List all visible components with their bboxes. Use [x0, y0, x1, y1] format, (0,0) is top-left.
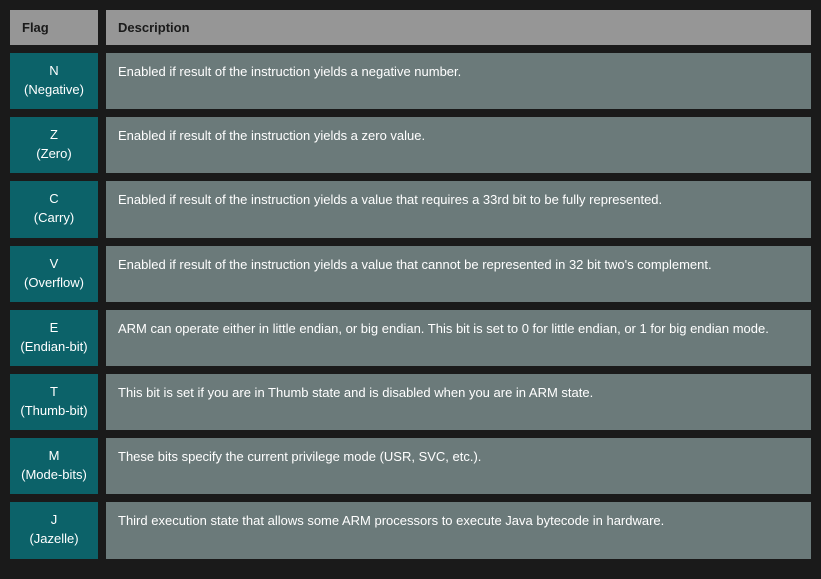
- flag-cell: J (Jazelle): [8, 500, 100, 560]
- flag-letter: V: [16, 256, 92, 271]
- flag-name: (Endian-bit): [16, 339, 92, 354]
- flag-name: (Thumb-bit): [16, 403, 92, 418]
- flag-cell: C (Carry): [8, 179, 100, 239]
- description-cell: Enabled if result of the instruction yie…: [104, 244, 813, 304]
- flag-cell: E (Endian-bit): [8, 308, 100, 368]
- description-cell: Enabled if result of the instruction yie…: [104, 115, 813, 175]
- description-cell: ARM can operate either in little endian,…: [104, 308, 813, 368]
- flag-cell: Z (Zero): [8, 115, 100, 175]
- flag-name: (Jazelle): [16, 531, 92, 546]
- table-row: J (Jazelle) Third execution state that all…: [8, 500, 813, 560]
- header-description: Description: [104, 8, 813, 47]
- table-row: N (Negative) Enabled if result of the inst…: [8, 51, 813, 111]
- table-row: T (Thumb-bit) This bit is set if you are i…: [8, 372, 813, 432]
- flag-letter: N: [16, 63, 92, 78]
- description-cell: Third execution state that allows some A…: [104, 500, 813, 560]
- flag-name: (Overflow): [16, 275, 92, 290]
- table-row: M (Mode-bits) These bits specify the curre…: [8, 436, 813, 496]
- flag-letter: C: [16, 191, 92, 206]
- flag-name: (Zero): [16, 146, 92, 161]
- description-cell: Enabled if result of the instruction yie…: [104, 51, 813, 111]
- description-cell: This bit is set if you are in Thumb stat…: [104, 372, 813, 432]
- flag-cell: M (Mode-bits): [8, 436, 100, 496]
- header-flag: Flag: [8, 8, 100, 47]
- flag-name: (Negative): [16, 82, 92, 97]
- flag-letter: T: [16, 384, 92, 399]
- flag-letter: M: [16, 448, 92, 463]
- cpsr-flags-table: Flag Description N (Negative) Enabled if r…: [4, 4, 817, 565]
- flag-cell: N (Negative): [8, 51, 100, 111]
- flag-letter: Z: [16, 127, 92, 142]
- table-row: Z (Zero) Enabled if result of the instruct…: [8, 115, 813, 175]
- flag-name: (Carry): [16, 210, 92, 225]
- flag-name: (Mode-bits): [16, 467, 92, 482]
- flag-letter: E: [16, 320, 92, 335]
- table-row: E (Endian-bit) ARM can operate either in l…: [8, 308, 813, 368]
- table-row: V (Overflow) Enabled if result of the inst…: [8, 244, 813, 304]
- flag-letter: J: [16, 512, 92, 527]
- flag-cell: T (Thumb-bit): [8, 372, 100, 432]
- description-cell: Enabled if result of the instruction yie…: [104, 179, 813, 239]
- description-cell: These bits specify the current privilege…: [104, 436, 813, 496]
- flag-cell: V (Overflow): [8, 244, 100, 304]
- table-row: C (Carry) Enabled if result of the instruc…: [8, 179, 813, 239]
